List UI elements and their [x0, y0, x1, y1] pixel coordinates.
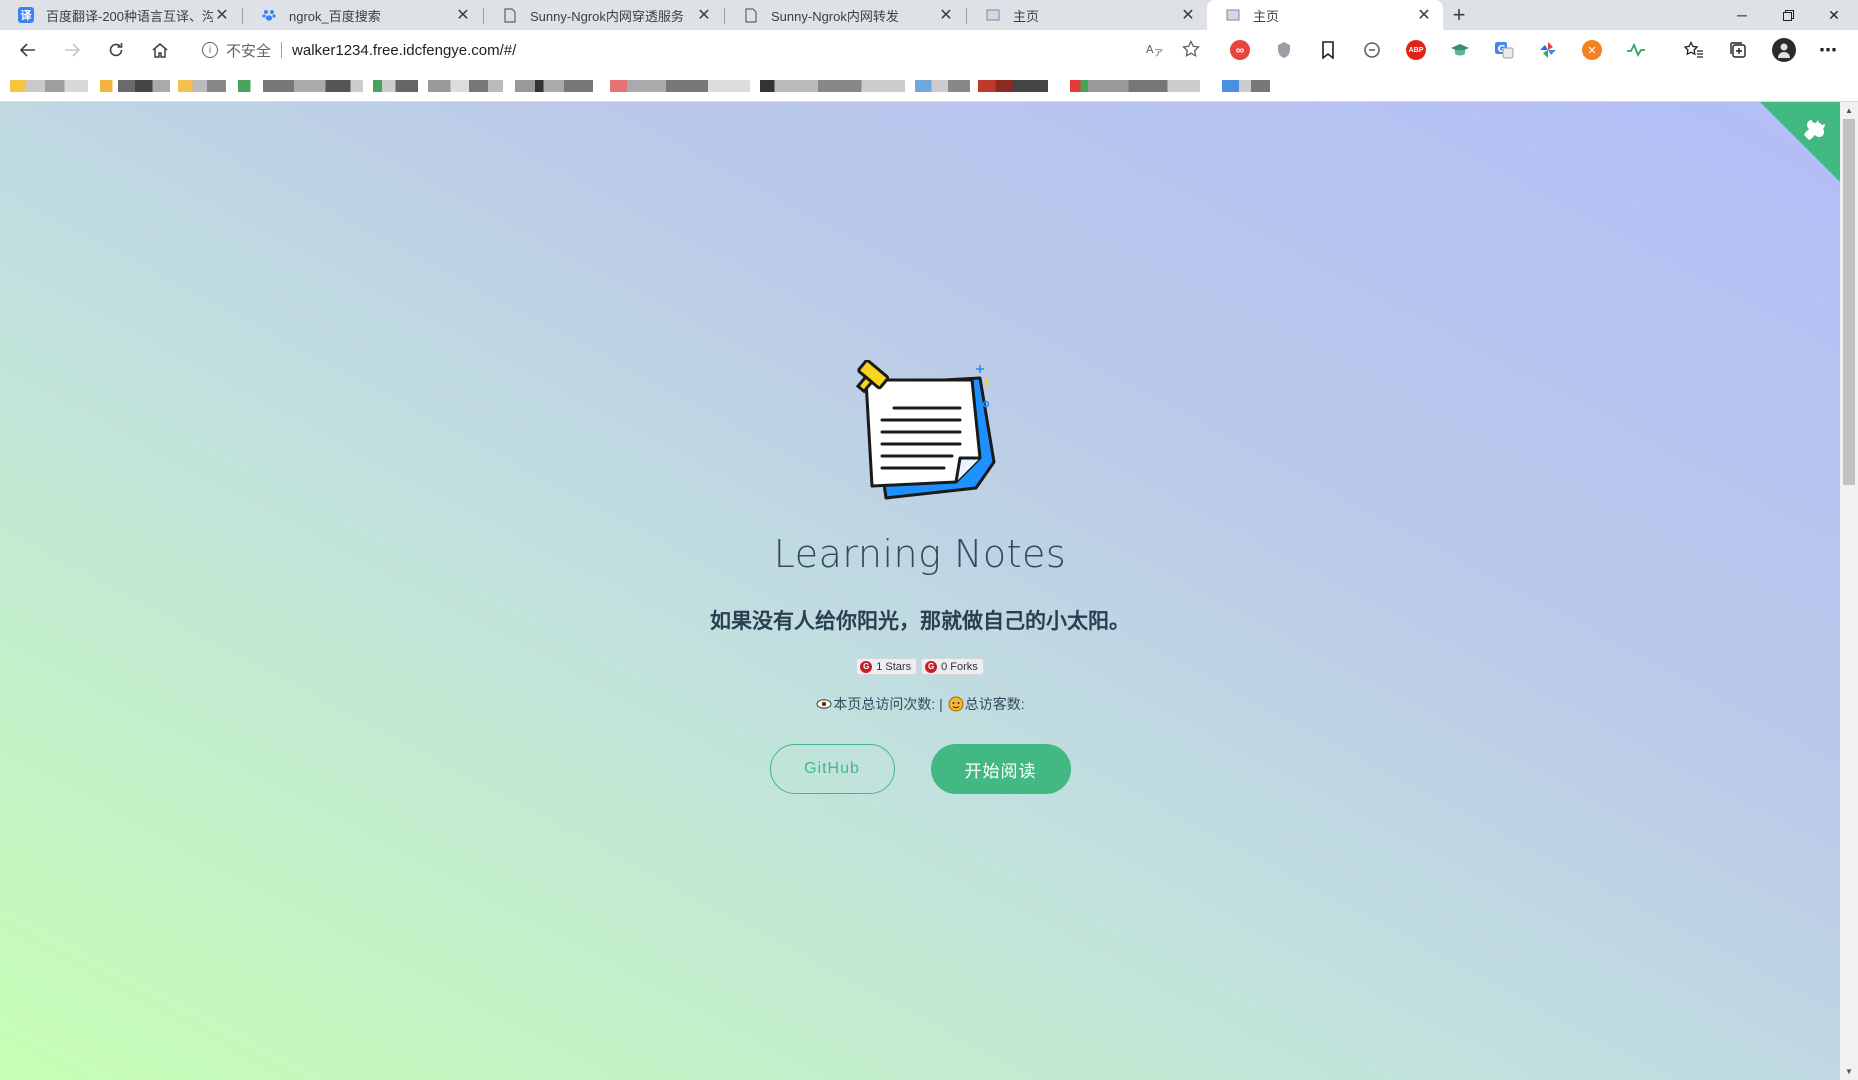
close-tab-icon[interactable]: ✕ [1179, 5, 1197, 25]
bookmark-item[interactable] [915, 80, 970, 92]
bookmark-item[interactable] [1222, 80, 1270, 92]
close-tab-icon[interactable]: ✕ [695, 5, 713, 25]
read-aloud-icon[interactable]: Aア [1146, 40, 1164, 63]
forks-badge[interactable]: G 0 Forks [921, 658, 984, 675]
close-tab-icon[interactable]: ✕ [454, 5, 472, 25]
address-bar[interactable]: i 不安全 walker1234.free.idcfengye.com/#/ A… [188, 34, 1212, 66]
favorites-icon[interactable] [1684, 40, 1704, 60]
svg-text:A: A [1146, 43, 1154, 56]
bookmarks-bar [0, 71, 1858, 102]
eye-icon [816, 696, 832, 712]
graduation-icon[interactable] [1450, 40, 1470, 60]
bookmark-item[interactable] [238, 80, 363, 92]
github-button[interactable]: GitHub [769, 744, 895, 794]
visitors-label: 总访客数: [964, 696, 1025, 712]
page-icon [743, 7, 759, 23]
visit-stats: 本页总访问次数: | 总访客数: [0, 694, 1840, 714]
bookmark-item[interactable] [1070, 80, 1200, 92]
gitee-icon: G [925, 660, 938, 673]
tab-home-active[interactable]: 主页 ✕ [1207, 0, 1443, 30]
infinity-icon[interactable]: ∞ [1230, 40, 1250, 60]
bookmark-item[interactable] [100, 80, 170, 92]
security-status[interactable]: 不安全 [226, 40, 271, 61]
bookmark-item[interactable] [978, 80, 1048, 92]
page-viewport: Learning Notes 如果没有人给你阳光，那就做自己的小太阳。 G 1 … [0, 102, 1840, 1080]
back-button[interactable] [12, 34, 44, 66]
bookmark-item[interactable] [10, 80, 88, 92]
url-text[interactable]: walker1234.free.idcfengye.com/#/ [292, 42, 516, 59]
toolbar: i 不安全 walker1234.free.idcfengye.com/#/ A… [0, 30, 1858, 71]
tab-title: 主页 [1253, 8, 1280, 24]
start-reading-button[interactable]: 开始阅读 [930, 744, 1071, 794]
close-tab-icon[interactable]: ✕ [213, 5, 231, 25]
github-corner[interactable] [1760, 102, 1840, 182]
cover-buttons: GitHub 开始阅读 [0, 744, 1840, 794]
restore-button[interactable] [1765, 0, 1811, 30]
bookmark-item[interactable] [535, 80, 593, 92]
pulse-icon[interactable] [1626, 40, 1646, 60]
home-button[interactable] [144, 34, 176, 66]
tab-title: 百度翻译-200种语言互译、沟通 [46, 8, 213, 24]
forks-label: 0 Forks [941, 660, 978, 673]
stars-badge[interactable]: G 1 Stars [856, 658, 918, 675]
tab-sunny-ngrok-forward[interactable]: Sunny-Ngrok内网转发 ✕ [725, 0, 965, 30]
circle-icon[interactable] [1362, 40, 1382, 60]
close-window-button[interactable]: ✕ [1811, 0, 1857, 30]
info-icon[interactable]: i [202, 42, 218, 58]
page-icon [502, 7, 518, 23]
scroll-thumb[interactable] [1843, 119, 1855, 485]
svg-text:ア: ア [1154, 49, 1163, 58]
bookmark-item[interactable] [178, 80, 226, 92]
collections-icon[interactable] [1728, 40, 1748, 60]
bookmark-item[interactable] [515, 80, 535, 92]
tab-home-1[interactable]: 主页 ✕ [967, 0, 1207, 30]
bookmark-item[interactable] [428, 80, 503, 92]
tab-baidu-search[interactable]: ngrok_百度搜索 ✕ [243, 0, 482, 30]
repo-badges: G 1 Stars G 0 Forks [0, 658, 1840, 675]
stars-label: 1 Stars [876, 660, 912, 673]
forward-button[interactable] [56, 34, 88, 66]
minimize-button[interactable]: ─ [1719, 0, 1765, 30]
tab-title: Sunny-Ngrok内网转发 [771, 8, 899, 24]
bookmark-item[interactable] [760, 80, 905, 92]
close-tab-icon[interactable]: ✕ [1415, 5, 1433, 25]
scroll-up-arrow-icon[interactable]: ▲ [1840, 102, 1858, 119]
tab-title: ngrok_百度搜索 [289, 8, 381, 24]
paw-icon [261, 7, 277, 23]
adblock-icon[interactable]: ABP [1406, 40, 1426, 60]
scroll-down-arrow-icon[interactable]: ▼ [1840, 1063, 1858, 1080]
page-scrollbar[interactable]: ▲ ▼ [1840, 102, 1858, 1080]
close-tab-icon[interactable]: ✕ [937, 5, 955, 25]
page-visits-label: 本页总访问次数: [833, 696, 936, 712]
tab-sunny-ngrok-service[interactable]: Sunny-Ngrok内网穿透服务 ✕ [484, 0, 723, 30]
bookmark-item[interactable] [373, 80, 418, 92]
favorite-star-icon[interactable] [1182, 39, 1200, 63]
shield-icon[interactable] [1274, 40, 1294, 60]
tab-baidu-translate[interactable]: 译 百度翻译-200种语言互译、沟通 ✕ [0, 0, 241, 30]
tagline: 如果没有人给你阳光，那就做自己的小太阳。 [710, 610, 1130, 633]
tab-title: 主页 [1013, 8, 1040, 24]
bookmark-icon[interactable] [1318, 40, 1338, 60]
tab-strip: 译 百度翻译-200种语言互译、沟通 ✕ ngrok_百度搜索 ✕ Sunny-… [0, 0, 1858, 30]
translate-icon[interactable]: G [1494, 40, 1514, 60]
notes-logo [852, 359, 1002, 510]
pinwheel-icon[interactable] [1538, 40, 1558, 60]
translate-favicon-icon: 译 [18, 7, 34, 23]
page-title: Learning Notes [773, 532, 1067, 576]
refresh-button[interactable] [100, 34, 132, 66]
divider [281, 42, 283, 58]
orange-x-icon[interactable]: ✕ [1582, 40, 1602, 60]
page-icon [985, 7, 1001, 23]
profile-avatar[interactable] [1772, 38, 1796, 62]
visits-separator: | [939, 696, 943, 712]
more-menu-icon[interactable]: ⋯ [1818, 40, 1838, 60]
bookmark-item[interactable] [610, 80, 750, 92]
new-tab-button[interactable]: + [1445, 0, 1473, 30]
page-icon [1225, 7, 1241, 23]
tab-title: Sunny-Ngrok内网穿透服务 [530, 8, 684, 24]
gitee-icon: G [860, 660, 873, 673]
face-icon [948, 696, 964, 712]
